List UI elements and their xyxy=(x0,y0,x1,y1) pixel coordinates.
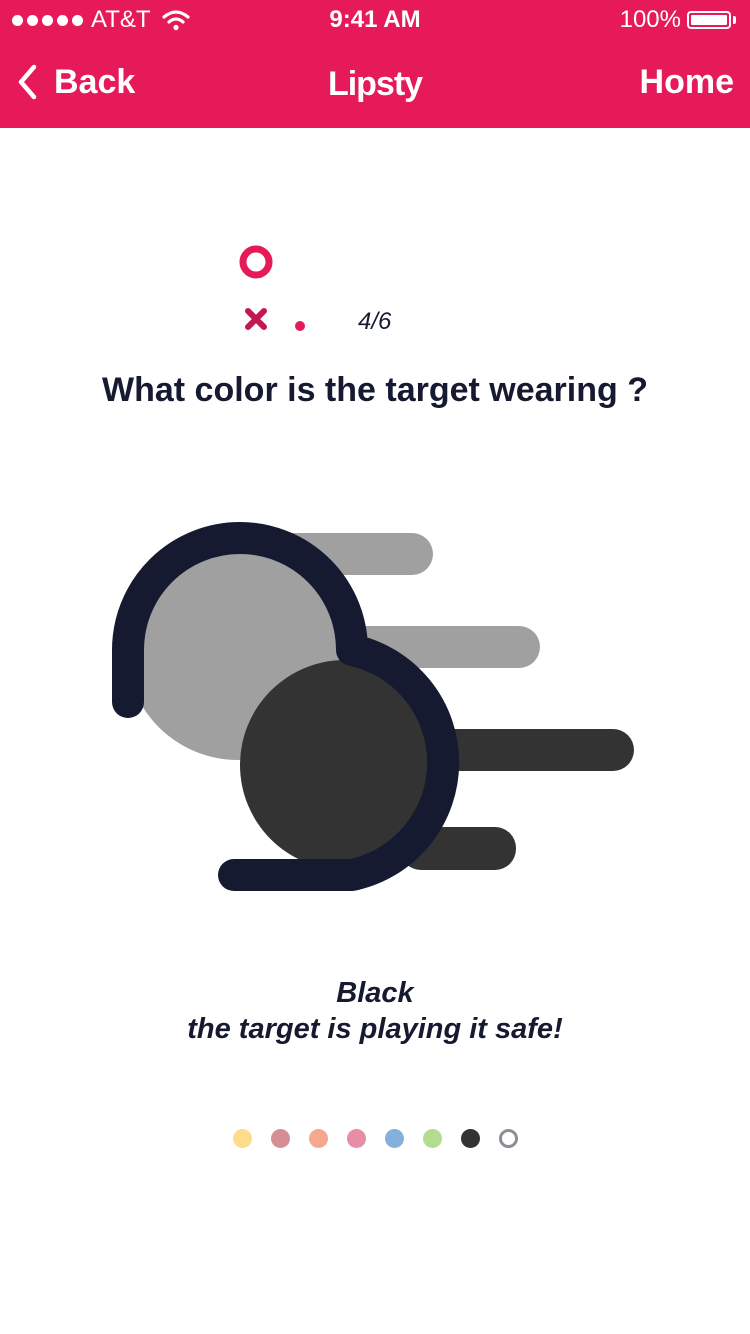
color-option-peach[interactable] xyxy=(308,1129,328,1148)
color-option-mauve[interactable] xyxy=(270,1129,290,1148)
correct-answer-dot xyxy=(295,321,305,331)
color-option-pink[interactable] xyxy=(346,1129,366,1148)
color-option-yellow[interactable] xyxy=(232,1129,252,1148)
color-option-black[interactable] xyxy=(460,1129,480,1148)
battery-icon xyxy=(687,11,731,29)
color-option-white[interactable] xyxy=(498,1129,518,1148)
question-counter: 4/6 xyxy=(358,308,392,335)
status-right: 100% xyxy=(620,6,736,34)
answer-comment: the target is playing it safe! xyxy=(187,1013,563,1045)
battery-percentage: 100% xyxy=(619,6,681,33)
app-logo: Lipsty xyxy=(327,65,423,103)
color-option-blue[interactable] xyxy=(384,1129,404,1148)
progress-ring-icon xyxy=(239,245,273,279)
home-button[interactable]: Home xyxy=(640,62,734,102)
wrong-answer-icon xyxy=(245,308,267,330)
color-option-green[interactable] xyxy=(422,1129,442,1148)
target-illustration xyxy=(112,522,634,891)
color-picker xyxy=(0,1129,750,1148)
status-bar: AT&T 9:41 AM 100% xyxy=(0,0,750,40)
navigation-bar: Back Lipsty Home xyxy=(0,40,750,128)
speed-line-3 xyxy=(430,729,634,771)
answer-text: Black the target is playing it safe! xyxy=(0,975,750,1047)
answer-color: Black xyxy=(336,977,414,1009)
question-text: What color is the target wearing ? xyxy=(102,371,648,409)
battery-tip xyxy=(733,16,736,24)
